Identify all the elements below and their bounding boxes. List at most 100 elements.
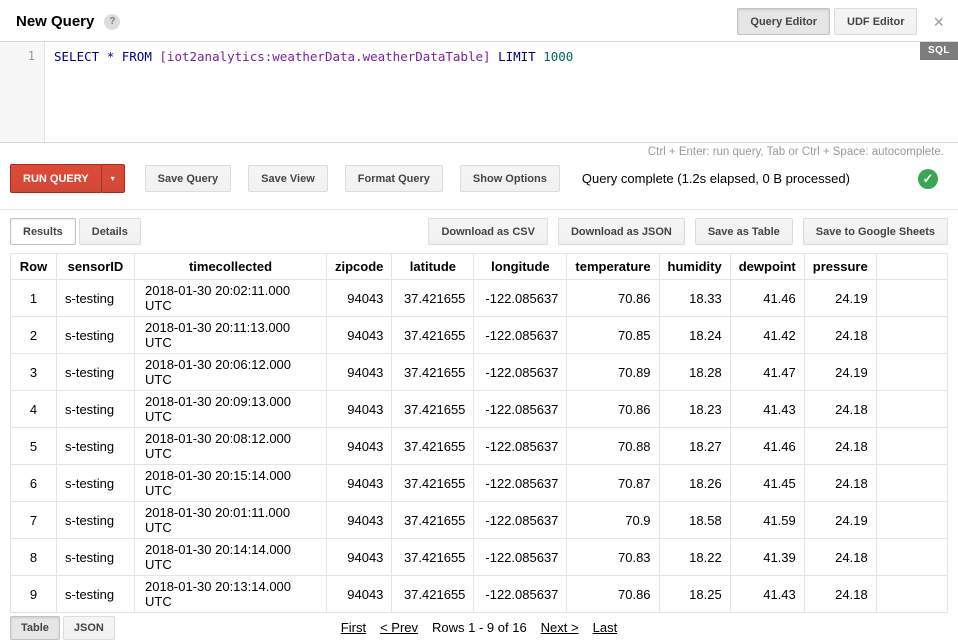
page-title: New Query <box>16 13 94 30</box>
table-cell: s-testing <box>57 317 135 354</box>
table-cell: -122.085637 <box>474 354 567 391</box>
query-toolbar: RUN QUERY ▾ Save Query Save View Format … <box>0 158 958 201</box>
column-header-temperature: temperature <box>567 254 659 280</box>
table-cell: 94043 <box>327 576 392 613</box>
table-cell: 18.26 <box>659 465 730 502</box>
download-as-csv-button[interactable]: Download as CSV <box>428 218 548 245</box>
show-options-button[interactable]: Show Options <box>460 165 560 192</box>
format-query-button[interactable]: Format Query <box>345 165 443 192</box>
table-cell: 2018-01-30 20:14:14.000 UTC <box>135 539 327 576</box>
results-tabs: Results Details <box>10 218 141 245</box>
results-actions: Download as CSV Download as JSON Save as… <box>428 218 948 245</box>
run-query-button[interactable]: RUN QUERY <box>10 164 101 193</box>
table-cell: 18.25 <box>659 576 730 613</box>
table-cell: s-testing <box>57 465 135 502</box>
table-cell: 41.46 <box>730 280 804 317</box>
table-cell: 9 <box>11 576 57 613</box>
results-table-header-row: RowsensorIDtimecollectedzipcodelatitudel… <box>11 254 948 280</box>
table-cell: 2018-01-30 20:09:13.000 UTC <box>135 391 327 428</box>
table-cell: 24.18 <box>804 465 876 502</box>
table-row: 6s-testing2018-01-30 20:15:14.000 UTC940… <box>11 465 948 502</box>
table-cell-filler <box>876 391 947 428</box>
table-cell: -122.085637 <box>474 317 567 354</box>
results-table-wrap: RowsensorIDtimecollectedzipcodelatitudel… <box>0 253 958 613</box>
save-to-google-sheets-button[interactable]: Save to Google Sheets <box>803 218 948 245</box>
table-cell: 37.421655 <box>392 391 474 428</box>
close-icon[interactable]: × <box>933 13 944 31</box>
table-row: 3s-testing2018-01-30 20:06:12.000 UTC940… <box>11 354 948 391</box>
table-cell: 37.421655 <box>392 317 474 354</box>
pagination-next-link[interactable]: Next > <box>541 620 579 635</box>
save-as-table-button[interactable]: Save as Table <box>695 218 793 245</box>
pagination-last-link[interactable]: Last <box>593 620 618 635</box>
table-cell: s-testing <box>57 539 135 576</box>
table-cell: 37.421655 <box>392 428 474 465</box>
table-cell: 8 <box>11 539 57 576</box>
table-cell: 24.19 <box>804 280 876 317</box>
sql-code-input[interactable]: SELECT * FROM [iot2analytics:weatherData… <box>45 42 958 142</box>
download-as-json-button[interactable]: Download as JSON <box>558 218 685 245</box>
table-cell: s-testing <box>57 576 135 613</box>
table-cell: 2018-01-30 20:02:11.000 UTC <box>135 280 327 317</box>
table-cell: 94043 <box>327 317 392 354</box>
tab-results[interactable]: Results <box>10 218 76 245</box>
help-icon[interactable]: ? <box>104 14 120 30</box>
table-cell: 94043 <box>327 502 392 539</box>
table-row: 1s-testing2018-01-30 20:02:11.000 UTC940… <box>11 280 948 317</box>
table-row: 4s-testing2018-01-30 20:09:13.000 UTC940… <box>11 391 948 428</box>
pagination-first-link[interactable]: First <box>341 620 366 635</box>
table-cell: s-testing <box>57 428 135 465</box>
column-header-pressure: pressure <box>804 254 876 280</box>
column-header-zipcode: zipcode <box>327 254 392 280</box>
table-cell: 37.421655 <box>392 539 474 576</box>
table-cell: -122.085637 <box>474 465 567 502</box>
column-header-sensorid: sensorID <box>57 254 135 280</box>
table-cell: 37.421655 <box>392 280 474 317</box>
table-cell: 41.59 <box>730 502 804 539</box>
pagination-prev-link[interactable]: < Prev <box>380 620 418 635</box>
table-cell: 94043 <box>327 391 392 428</box>
table-cell: 70.9 <box>567 502 659 539</box>
udf-editor-button[interactable]: UDF Editor <box>834 8 917 35</box>
table-row: 2s-testing2018-01-30 20:11:13.000 UTC940… <box>11 317 948 354</box>
table-cell: 70.86 <box>567 391 659 428</box>
sql-keyword-from: FROM <box>122 49 152 64</box>
table-cell: 24.18 <box>804 317 876 354</box>
column-header-humidity: humidity <box>659 254 730 280</box>
table-cell: 94043 <box>327 354 392 391</box>
table-cell: 24.19 <box>804 502 876 539</box>
save-query-button[interactable]: Save Query <box>145 165 232 192</box>
table-cell: 18.23 <box>659 391 730 428</box>
json-view-button[interactable]: JSON <box>63 616 115 640</box>
query-editor-button[interactable]: Query Editor <box>737 8 830 35</box>
table-cell: 37.421655 <box>392 354 474 391</box>
table-cell: 7 <box>11 502 57 539</box>
run-query-group: RUN QUERY ▾ <box>10 164 125 193</box>
run-query-dropdown[interactable]: ▾ <box>101 164 125 193</box>
table-view-button[interactable]: Table <box>10 616 60 640</box>
query-status-text: Query complete (1.2s elapsed, 0 B proces… <box>582 171 850 186</box>
table-cell: 2018-01-30 20:08:12.000 UTC <box>135 428 327 465</box>
table-cell: -122.085637 <box>474 576 567 613</box>
table-cell: 2018-01-30 20:06:12.000 UTC <box>135 354 327 391</box>
table-cell: s-testing <box>57 502 135 539</box>
toolbar-buttons: Save Query Save View Format Query Show O… <box>145 165 560 192</box>
table-cell: 2 <box>11 317 57 354</box>
column-header-dewpoint: dewpoint <box>730 254 804 280</box>
save-view-button[interactable]: Save View <box>248 165 328 192</box>
table-cell: 1 <box>11 280 57 317</box>
table-cell: 41.42 <box>730 317 804 354</box>
table-cell: 37.421655 <box>392 576 474 613</box>
table-cell: 2018-01-30 20:15:14.000 UTC <box>135 465 327 502</box>
table-cell-filler <box>876 428 947 465</box>
table-cell: 70.88 <box>567 428 659 465</box>
table-cell: 24.18 <box>804 576 876 613</box>
tab-details[interactable]: Details <box>79 218 141 245</box>
table-cell: 94043 <box>327 280 392 317</box>
table-cell-filler <box>876 502 947 539</box>
sql-mode-badge: SQL <box>920 42 958 60</box>
table-cell: 18.58 <box>659 502 730 539</box>
sql-limit-value: 1000 <box>543 49 573 64</box>
table-cell: -122.085637 <box>474 280 567 317</box>
table-cell: 18.33 <box>659 280 730 317</box>
